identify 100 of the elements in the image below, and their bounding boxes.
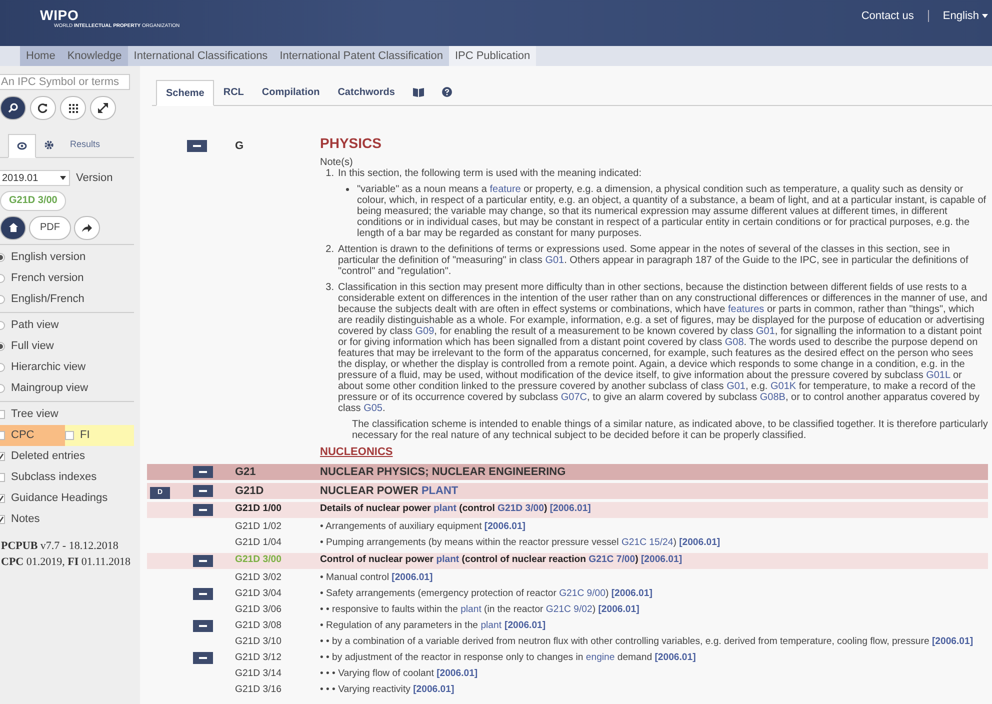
link[interactable]: G21C 7/00 (588, 554, 636, 566)
version-link[interactable]: [2006.01] (598, 604, 640, 615)
link[interactable]: G08B (760, 392, 786, 403)
scheme-row[interactable]: G21D 1/04 • Pumping arrangements (by means within the reactor pressure vessel G21C 15/24) [2006.01] (147, 535, 988, 551)
sidebar-tab[interactable] (8, 134, 36, 158)
contact-link[interactable]: Contact us (861, 8, 914, 24)
symbol-link[interactable]: G21D 3/02 (235, 570, 320, 586)
nav-link[interactable]: Home (20, 46, 62, 66)
scheme-row[interactable]: G21D 3/12 • • by adjustment of the reactor in response only to changes in engine demand [2006.01] (147, 650, 988, 666)
scheme-row[interactable]: G21D 1/00 Details of nuclear power plant (control G21D 3/00) [2006.01] (147, 502, 988, 518)
link[interactable]: G21C 15/24 (621, 536, 674, 548)
version-link[interactable]: [2006.01] (679, 536, 720, 548)
link[interactable]: G01 (756, 326, 775, 337)
collapse-button[interactable] (193, 484, 213, 497)
tab[interactable]: Compilation (252, 79, 329, 105)
link[interactable]: G08 (724, 337, 744, 348)
link[interactable]: G09 (415, 326, 434, 337)
version-link[interactable]: [2006.01] (504, 620, 546, 631)
scheme-row[interactable]: G21 NUCLEAR PHYSICS; NUCLEAR ENGINEERING (147, 464, 988, 480)
grid-button[interactable] (60, 96, 86, 120)
link[interactable]: G21C 9/00 (559, 588, 606, 599)
tab[interactable]: Scheme (156, 80, 214, 106)
collapse-button[interactable] (193, 554, 213, 566)
version-link[interactable]: [2006.01] (932, 636, 974, 647)
home-button[interactable] (0, 216, 26, 240)
version-link[interactable]: [2006.01] (392, 572, 433, 583)
radio-label: Hierarchic view (11, 360, 86, 375)
symbol-link[interactable]: G21D 1/00 (235, 502, 320, 517)
symbol-link[interactable]: G21D 3/14 (235, 666, 320, 682)
symbol-link[interactable]: G21D 3/08 (235, 618, 320, 634)
eye-icon (17, 142, 27, 150)
link[interactable]: plant (460, 604, 482, 615)
scheme-row[interactable]: G21D 1/02 • Arrangements of auxiliary equipment [2006.01] (147, 519, 988, 535)
collapse-button[interactable] (193, 652, 213, 664)
link[interactable]: G07C (560, 392, 588, 403)
note-number: 3. (324, 282, 334, 295)
refresh-button[interactable] (30, 96, 56, 120)
collapse-button[interactable] (193, 620, 213, 632)
language-menu[interactable]: English (942, 8, 988, 24)
link[interactable]: G05 (364, 403, 382, 414)
symbol-link[interactable]: G21D (235, 482, 320, 499)
note-text: In this section, the following term is used with the meaning indicated: (338, 168, 642, 179)
symbol-link[interactable]: G21D 3/06 (235, 602, 320, 618)
link[interactable]: G21C 9/02 (546, 604, 592, 615)
scheme-row[interactable]: G21D 3/16 • • • Varying reactivity [2006.01] (147, 682, 988, 698)
link[interactable]: G01K (770, 381, 796, 392)
pdf-button[interactable]: PDF (29, 216, 71, 240)
symbol-link[interactable]: G21D 1/02 (235, 520, 320, 534)
scheme-row[interactable]: G21D 3/10 • • by a combination of a variable derived from neutron flux with other controlling variables, e.g. derived from temperature, cooling flow, pressure [2006.01] (147, 634, 988, 650)
scheme-row[interactable]: G21D 3/04 • Safety arrangements (emergency protection of reactor G21C 9/00) [2006.01] (147, 586, 988, 602)
share-button[interactable] (74, 216, 100, 240)
collapse-button[interactable] (193, 588, 213, 600)
version-link[interactable]: [2006.01] (436, 668, 478, 679)
symbol-link[interactable]: G21 (235, 464, 320, 480)
link[interactable]: G01 (726, 381, 746, 392)
nav-link[interactable]: International Classifications (128, 46, 274, 66)
version-link[interactable]: [2006.01] (413, 684, 454, 695)
version-link[interactable]: [2006.01] (640, 554, 682, 566)
scheme-row[interactable]: G21D 3/02 • Manual control [2006.01] (147, 570, 988, 586)
version-link[interactable]: [2006.01] (654, 652, 696, 663)
symbol-link[interactable]: G21D 3/10 (235, 634, 320, 650)
link[interactable]: PLANT (421, 484, 458, 496)
heading-link[interactable]: NUCLEONICS (320, 447, 393, 458)
nav-link[interactable]: IPC Publication (448, 46, 536, 66)
nav-link[interactable]: Knowledge (61, 46, 128, 66)
checkbox[interactable] (65, 430, 74, 440)
link[interactable]: plant (434, 503, 456, 514)
symbol-link[interactable]: G21D 3/12 (235, 650, 320, 666)
version-link[interactable]: [2006.01] (484, 520, 526, 532)
scheme-row[interactable]: G21D 3/06 • • responsive to faults within the plant (in the reactor G21C 9/02) [2006.01] (147, 602, 988, 618)
entry-title: • • • Varying reactivity [2006.01] (320, 682, 456, 697)
tab[interactable]: RCL (214, 79, 253, 105)
scheme-row[interactable]: G21D 3/08 • Regulation of any parameters in the plant [2006.01] (147, 618, 988, 634)
version-link[interactable]: [2006.01] (611, 588, 652, 599)
link[interactable]: features (728, 304, 764, 315)
collapse-button[interactable] (193, 504, 213, 516)
tab[interactable]: Catchwords (328, 79, 404, 105)
link[interactable]: G21D 3/00 (498, 503, 544, 514)
link[interactable]: engine (586, 652, 615, 663)
version-link[interactable]: [2006.01] (550, 503, 591, 514)
symbol-link[interactable]: G21D 3/04 (235, 586, 320, 602)
symbol-link[interactable]: G21D 3/16 (235, 682, 320, 698)
symbol-link[interactable]: G21D 1/04 (235, 536, 320, 550)
link[interactable]: plant (436, 554, 460, 566)
radio-label: English/French (11, 292, 84, 307)
collapse-button[interactable] (193, 466, 213, 478)
expand-button[interactable] (90, 96, 116, 120)
link[interactable]: G01L (926, 370, 950, 381)
nav-link[interactable]: International Patent Classification (274, 46, 449, 66)
version-select[interactable]: 2019.01 (0, 170, 70, 186)
collapse-button[interactable] (187, 140, 207, 152)
scheme-row[interactable]: G21D 3/00 Control of nuclear power plant (control of nuclear reaction G21C 7/00) [2006.01] (147, 552, 988, 568)
search-button[interactable] (0, 96, 26, 120)
search-field[interactable]: An IPC Symbol or terms (0, 74, 130, 90)
link[interactable]: feature (490, 184, 521, 195)
logo[interactable]: WIPO (40, 8, 180, 22)
link[interactable]: G01 (545, 255, 564, 266)
sidebar-tab[interactable]: Results (62, 133, 108, 157)
link[interactable]: plant (480, 620, 502, 631)
scheme-row[interactable]: G21D 3/14 • • • Varying flow of coolant [2006.01] (147, 666, 988, 682)
